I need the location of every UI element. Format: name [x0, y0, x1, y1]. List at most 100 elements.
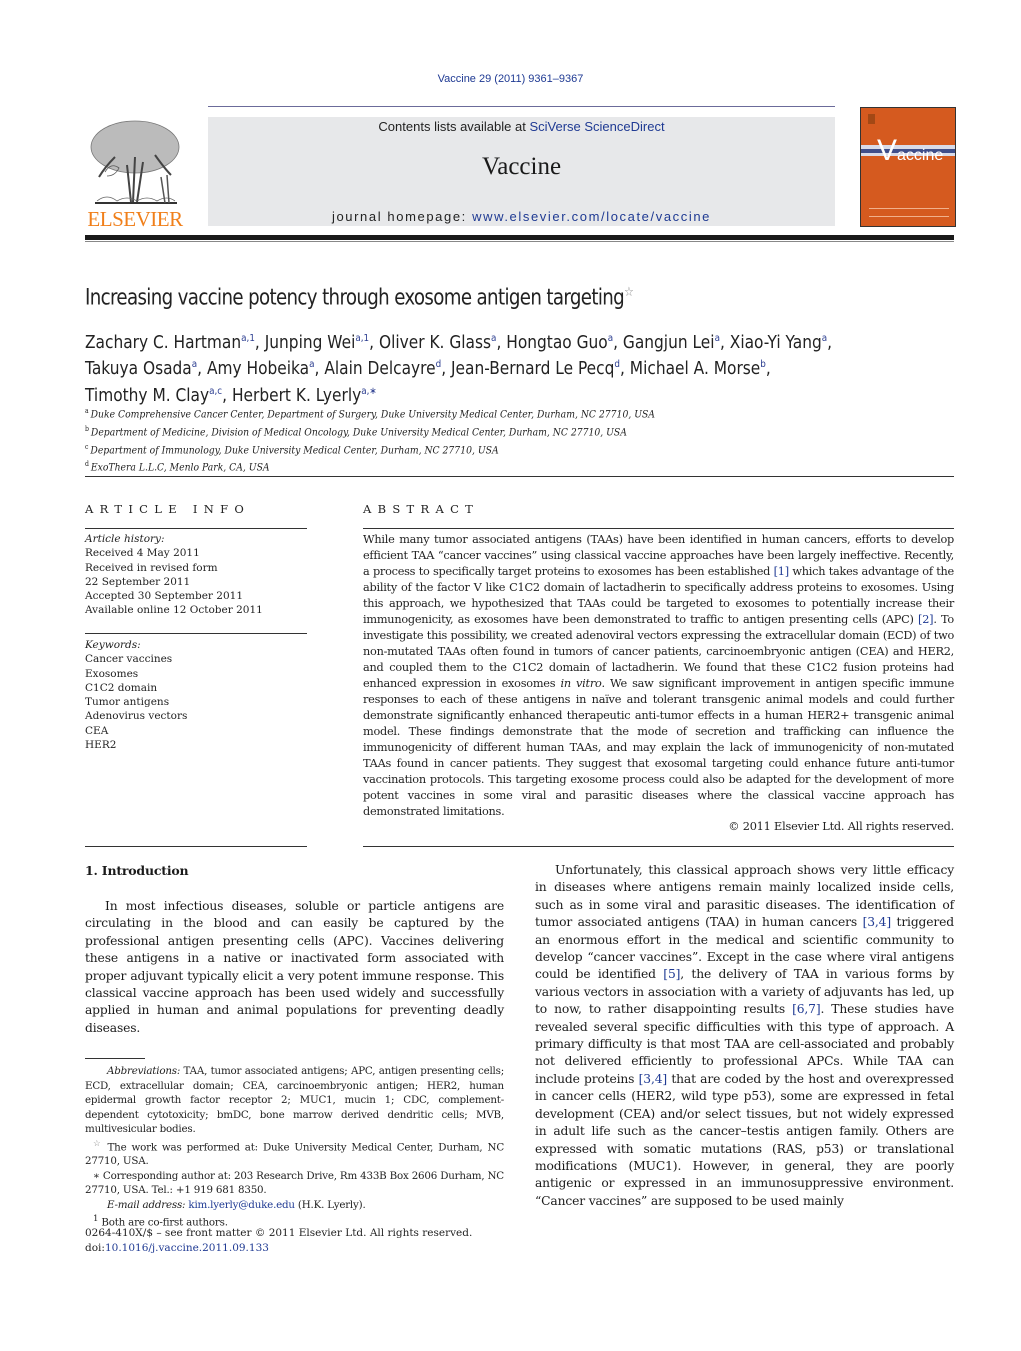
divider: [363, 528, 954, 529]
author-separator: ,: [827, 332, 833, 353]
journal-cover-thumbnail[interactable]: Vaccine: [860, 107, 956, 227]
article-title-text: Increasing vaccine potency through exoso…: [85, 285, 625, 311]
journal-homepage-link[interactable]: www.elsevier.com/locate/vaccine: [472, 209, 711, 224]
contents-prefix: Contents lists available at: [378, 119, 530, 134]
intro-paragraph: In most infectious diseases, soluble or …: [85, 899, 504, 1035]
email-link[interactable]: kim.lyerly@duke.edu: [188, 1199, 295, 1211]
author-name[interactable]: Alain Delcayre: [324, 359, 435, 379]
issn-line: 0264-410X/$ – see front matter © 2011 El…: [85, 1227, 473, 1239]
author-separator: ,: [197, 359, 207, 380]
keyword-item: HER2: [85, 739, 117, 752]
abbreviations-label: Abbreviations:: [107, 1065, 181, 1077]
history-item: Received in revised form: [85, 561, 218, 574]
divider: [85, 633, 307, 634]
cover-title-v: V: [877, 134, 898, 167]
reference-link[interactable]: [5]: [663, 967, 680, 981]
history-item: Received 4 May 2011: [85, 547, 200, 560]
keyword-item: C1C2 domain: [85, 681, 158, 694]
author-affiliation-marker[interactable]: a,∗: [361, 386, 377, 397]
author-name[interactable]: Michael A. Morse: [630, 359, 760, 379]
author-name[interactable]: Amy Hobeika: [207, 359, 309, 379]
journal-title: Vaccine: [481, 153, 562, 180]
history-list: Received 4 May 2011 Received in revised f…: [85, 546, 307, 617]
keywords-list: Cancer vaccines Exosomes C1C2 domain Tumor …: [85, 652, 307, 752]
doi-link[interactable]: 10.1016/j.vaccine.2011.09.133: [105, 1242, 269, 1254]
abstract-part: . We saw significant improvement in anti…: [363, 677, 955, 818]
history-item: Accepted 30 September 2011: [85, 590, 244, 603]
journal-banner: Contents lists available at SciVerse Sci…: [208, 117, 835, 226]
divider: [85, 476, 954, 477]
affiliation-text: Department of Immunology, Duke Universit…: [90, 444, 499, 457]
reference-link[interactable]: [6,7]: [792, 1002, 821, 1016]
corresponding-marker: ∗: [93, 1169, 100, 1182]
elsevier-tree-icon: [90, 120, 180, 204]
elsevier-logo[interactable]: ELSEVIER: [83, 117, 187, 230]
cover-title: Vaccine: [877, 134, 943, 168]
footnotes: Abbreviations: TAA, tumor associated ant…: [85, 1064, 504, 1230]
history-item: 22 September 2011: [85, 575, 191, 588]
doi-prefix: doi:: [85, 1241, 105, 1254]
author-affiliation-marker[interactable]: a,1: [241, 333, 255, 344]
article-info-heading: ARTICLE INFO: [85, 502, 251, 516]
author-separator: ,: [719, 332, 730, 353]
reference-link[interactable]: [1]: [774, 565, 790, 578]
reference-link[interactable]: [2]: [918, 613, 934, 626]
affiliation-item: c Department of Immunology, Duke Univers…: [85, 440, 655, 458]
author-name[interactable]: Hongtao Guo: [506, 333, 607, 353]
author-name[interactable]: Xiao-Yi Yang: [730, 333, 822, 353]
author-name[interactable]: Zachary C. Hartman: [85, 333, 241, 353]
author-separator: ,: [441, 359, 452, 380]
citation-link[interactable]: Vaccine 29 (2011) 9361–9367: [438, 73, 584, 85]
divider: [85, 528, 307, 529]
author-separator: ,: [369, 332, 379, 353]
author-name[interactable]: Herbert K. Lyerly: [232, 385, 361, 405]
intro-column-left: In most infectious diseases, soluble or …: [85, 898, 504, 1037]
email-label: E-mail address:: [107, 1198, 186, 1211]
keyword-item: Adenovirus vectors: [85, 710, 188, 723]
homepage-line: journal homepage: www.elsevier.com/locat…: [208, 209, 835, 224]
author-name[interactable]: Takuya Osada: [85, 359, 192, 379]
footnote-rule: [85, 1058, 145, 1059]
intro-paragraph: Unfortunately, this classical approach s…: [535, 862, 954, 1210]
title-footnote-marker[interactable]: ☆: [624, 285, 634, 300]
header-thin-rule: [85, 241, 954, 242]
contents-line: Contents lists available at SciVerse Sci…: [208, 119, 835, 134]
author-affiliation-marker[interactable]: a,c: [209, 386, 222, 397]
keywords-label: Keywords:: [85, 639, 141, 651]
reference-link[interactable]: [3,4]: [863, 915, 892, 929]
cover-subtitle-lines: [869, 208, 949, 217]
affiliations: a Duke Comprehensive Cancer Center, Depa…: [85, 404, 655, 475]
author-separator: ,: [619, 359, 630, 380]
author-affiliation-marker[interactable]: a,1: [355, 333, 369, 344]
cover-title-rest: accine: [897, 147, 944, 164]
article-title: Increasing vaccine potency through exoso…: [85, 285, 634, 311]
author-list: Zachary C. Hartmana,1, Junping Weia,1, O…: [85, 328, 921, 407]
keywords-section: Keywords: Cancer vaccines Exosomes C1C2 do…: [85, 638, 307, 752]
footnote-corresponding: ∗ Corresponding author at: 203 Research …: [85, 1169, 504, 1198]
abstract-copyright: © 2011 Elsevier Ltd. All rights reserved…: [728, 820, 954, 833]
affiliation-text: Duke Comprehensive Cancer Center, Depart…: [90, 408, 655, 421]
abstract-text: While many tumor associated antigens (TA…: [363, 532, 954, 820]
author-name[interactable]: Gangjun Lei: [623, 333, 715, 353]
author-name[interactable]: Junping Wei: [265, 333, 356, 353]
author-name[interactable]: Oliver K. Glass: [379, 333, 491, 353]
doi-line: doi:10.1016/j.vaccine.2011.09.133: [85, 1241, 472, 1256]
author-name[interactable]: Timothy M. Clay: [85, 385, 209, 405]
journal-citation[interactable]: Vaccine 29 (2011) 9361–9367: [0, 73, 1021, 85]
affiliation-item: b Department of Medicine, Division of Me…: [85, 422, 655, 440]
author-separator: ,: [222, 385, 232, 406]
affiliation-item: d ExoThera L.L.C, Menlo Park, CA, USA: [85, 457, 655, 475]
affiliation-text: ExoThera L.L.C, Menlo Park, CA, USA: [90, 461, 270, 474]
keyword-item: Tumor antigens: [85, 696, 170, 709]
author-name[interactable]: Jean-Bernard Le Pecq: [451, 359, 614, 379]
footnote-email: E-mail address: kim.lyerly@duke.edu (H.K…: [85, 1198, 504, 1213]
divider: [363, 846, 954, 847]
cover-logo-icon: [868, 114, 875, 124]
author-separator: ,: [496, 332, 507, 353]
reference-link[interactable]: [3,4]: [639, 1072, 668, 1086]
sciencedirect-link[interactable]: SciVerse ScienceDirect: [529, 119, 664, 134]
keyword-item: Exosomes: [85, 667, 139, 680]
abstract-italic: in vitro: [560, 677, 602, 690]
affiliation-item: a Duke Comprehensive Cancer Center, Depa…: [85, 404, 655, 422]
divider: [85, 846, 307, 847]
